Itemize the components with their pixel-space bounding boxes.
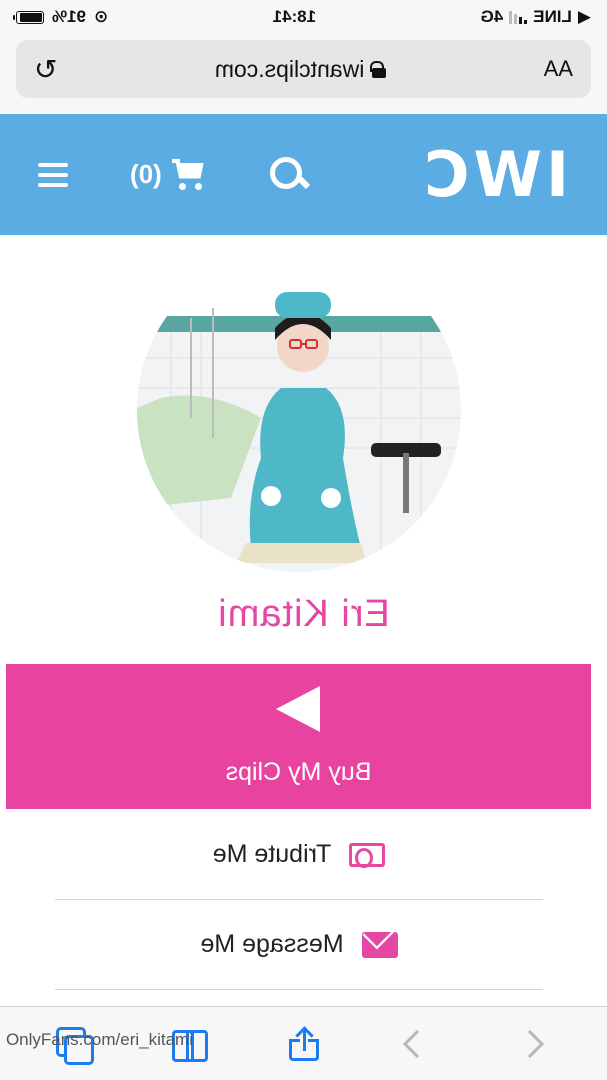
search-icon[interactable] xyxy=(272,157,308,193)
lock-icon xyxy=(372,61,386,77)
site-header: IWC (0) xyxy=(0,114,607,235)
avatar-photo xyxy=(137,248,461,572)
cart-button[interactable]: (0) xyxy=(130,158,210,191)
address-bar[interactable]: AA iwantclips.com ↻ xyxy=(16,40,591,98)
network-type: 4G xyxy=(480,7,504,26)
share-button[interactable] xyxy=(280,1020,328,1068)
watermark-text: OnlyFans.com/eri_kitami xyxy=(6,1030,194,1049)
back-button[interactable] xyxy=(506,1020,554,1068)
cart-count: (0) xyxy=(130,159,162,189)
status-bar: ◀ LINE 4G 18:41 ⊙ 91% xyxy=(0,0,607,34)
share-icon xyxy=(288,1025,319,1061)
message-me-link[interactable]: Message Me xyxy=(55,900,543,990)
url-display[interactable]: iwantclips.com xyxy=(215,56,387,83)
tribute-me-link[interactable]: Tribute Me xyxy=(55,810,543,900)
battery-icon xyxy=(16,10,45,24)
status-right: ⊙ 91% xyxy=(16,7,108,27)
battery-percent: 91% xyxy=(52,7,87,26)
hamburger-menu-icon[interactable] xyxy=(38,162,68,187)
address-bar-container: AA iwantclips.com ↻ xyxy=(0,34,607,114)
chevron-right-icon xyxy=(402,1029,432,1058)
cart-icon xyxy=(171,158,210,191)
header-actions: (0) xyxy=(38,157,308,193)
forward-button[interactable] xyxy=(393,1020,441,1068)
mail-icon xyxy=(361,931,398,958)
mirrored-screen: ◀ LINE 4G 18:41 ⊙ 91% AA iwantclips.com … xyxy=(0,0,607,1080)
tribute-me-label: Tribute Me xyxy=(212,840,332,868)
buy-my-clips-label: Buy My Clips xyxy=(225,758,372,786)
buy-my-clips-button[interactable]: Buy My Clips xyxy=(6,664,591,809)
chevron-left-icon xyxy=(516,1029,545,1058)
profile-name: Eri Kitami xyxy=(217,593,390,635)
money-icon xyxy=(349,842,386,867)
signal-icon xyxy=(509,10,528,24)
text-size-button[interactable]: AA xyxy=(544,56,573,82)
carrier: LINE xyxy=(533,7,572,26)
carrier-arrow-icon: ◀ xyxy=(577,7,591,26)
site-logo[interactable]: IWC xyxy=(420,138,569,211)
status-left: ◀ LINE 4G xyxy=(481,7,592,27)
profile-avatar xyxy=(137,248,461,572)
play-icon xyxy=(276,686,321,732)
reload-icon[interactable]: ↻ xyxy=(34,53,57,86)
url-text: iwantclips.com xyxy=(214,55,365,82)
clock: 18:41 xyxy=(272,7,317,26)
orientation-lock-icon: ⊙ xyxy=(94,7,109,26)
message-me-label: Message Me xyxy=(200,930,344,958)
